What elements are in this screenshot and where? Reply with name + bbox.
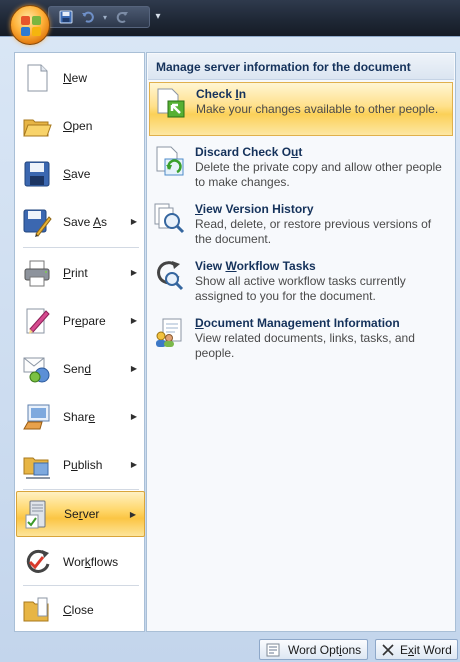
menu-item-workflows[interactable]: Workflows: [16, 539, 145, 585]
undo-dropdown-icon[interactable]: ▾: [103, 9, 107, 25]
menu-item-label: Server: [64, 507, 100, 521]
submenu-item-description: Show all active workflow tasks currently…: [195, 274, 406, 303]
submenu-item-view-version-history[interactable]: View Version History Read, delete, or re…: [149, 198, 453, 251]
menu-separator: [23, 585, 139, 586]
submenu-item-description: Read, delete, or restore previous versio…: [195, 217, 432, 246]
server-icon: [23, 499, 53, 529]
menu-item-label: Open: [63, 119, 93, 133]
exit-icon: [382, 643, 394, 656]
menu-item-label: Workflows: [63, 555, 119, 569]
menu-item-label: Share: [63, 410, 96, 424]
office-menu-left-pane: New Open Save Save As ▶ Print ▶ Prepare …: [14, 52, 145, 632]
submenu-item-title: View Workflow Tasks: [195, 259, 316, 273]
submenu-arrow-icon: ▶: [130, 268, 137, 277]
menu-separator: [23, 247, 139, 248]
submenu-item-document-management-information[interactable]: Document Management Information View rel…: [149, 312, 453, 365]
word-options-icon: [266, 643, 280, 657]
menu-item-new[interactable]: New: [16, 55, 145, 101]
submenu-arrow-icon: ▶: [130, 316, 137, 325]
close-folder-icon: [22, 595, 52, 625]
menu-separator: [23, 489, 139, 490]
submenu-item-title: Check In: [196, 87, 247, 101]
exit-word-button[interactable]: Exit Word: [375, 639, 458, 660]
share-icon: [22, 402, 52, 432]
submenu-arrow-icon: ▶: [130, 460, 137, 469]
menu-item-close[interactable]: Close: [16, 587, 145, 633]
title-bar: ▾ ▾: [0, 0, 460, 36]
submenu-item-view-workflow-tasks[interactable]: View Workflow Tasks Show all active work…: [149, 255, 453, 308]
menu-item-label: Close: [63, 603, 94, 617]
submenu-item-discard-check-out[interactable]: Discard Check Out Delete the private cop…: [149, 141, 453, 194]
send-icon: [22, 354, 52, 384]
redo-icon[interactable]: [115, 9, 129, 25]
submenu-arrow-icon: ▶: [129, 510, 136, 519]
server-submenu: Manage server information for the docume…: [146, 52, 456, 632]
menu-item-label: Print: [63, 266, 88, 280]
word-options-label: Word Options: [288, 642, 362, 657]
prepare-icon: [22, 306, 52, 336]
document-management-icon: [153, 316, 189, 350]
submenu-arrow-icon: ▶: [130, 364, 137, 373]
menu-item-label: Publish: [63, 458, 103, 472]
menu-item-label: Send: [63, 362, 92, 376]
publish-icon: [22, 450, 52, 480]
workflows-icon: [22, 547, 52, 577]
submenu-item-title: View Version History: [195, 202, 314, 216]
submenu-arrow-icon: ▶: [130, 412, 137, 421]
submenu-item-check-in[interactable]: Check In Make your changes available to …: [149, 82, 453, 136]
menu-item-label: Save: [63, 167, 91, 181]
menu-item-label: New: [63, 71, 88, 85]
word-options-button[interactable]: Word Options: [259, 639, 368, 660]
menu-item-label: Prepare: [63, 314, 106, 328]
menu-item-prepare[interactable]: Prepare ▶: [16, 298, 145, 344]
undo-icon[interactable]: [81, 9, 95, 25]
save-icon[interactable]: [59, 9, 73, 25]
menu-item-save[interactable]: Save: [16, 151, 145, 197]
submenu-arrow-icon: ▶: [130, 217, 137, 226]
menu-item-open[interactable]: Open: [16, 103, 145, 149]
save-as-icon: [22, 207, 52, 237]
menu-item-share[interactable]: Share ▶: [16, 394, 145, 440]
submenu-item-title: Document Management Information: [195, 316, 400, 330]
submenu-item-description: Make your changes available to other peo…: [196, 102, 439, 116]
menu-item-label: Save As: [63, 215, 108, 229]
version-history-icon: [153, 202, 189, 236]
customize-quick-access-button[interactable]: ▾: [152, 8, 164, 26]
office-button[interactable]: [10, 5, 50, 45]
menu-item-send[interactable]: Send ▶: [16, 346, 145, 392]
office-logo-icon: [21, 16, 41, 36]
new-document-icon: [22, 63, 52, 93]
submenu-header: Manage server information for the docume…: [148, 54, 454, 80]
check-in-icon: [154, 87, 190, 121]
submenu-item-description: View related documents, links, tasks, an…: [195, 331, 415, 360]
open-folder-icon: [22, 111, 52, 141]
menu-item-print[interactable]: Print ▶: [16, 250, 145, 296]
menu-item-publish[interactable]: Publish ▶: [16, 442, 145, 488]
print-icon: [22, 258, 52, 288]
exit-word-label: Exit Word: [400, 642, 452, 657]
workflow-tasks-icon: [153, 259, 189, 293]
save-icon: [22, 159, 52, 189]
quick-access-toolbar: ▾: [48, 6, 150, 28]
menu-item-save-as[interactable]: Save As ▶: [16, 199, 145, 245]
submenu-item-description: Delete the private copy and allow other …: [195, 160, 442, 189]
menu-item-server[interactable]: Server ▶: [16, 491, 145, 537]
submenu-item-title: Discard Check Out: [195, 145, 303, 159]
discard-check-out-icon: [153, 145, 189, 179]
